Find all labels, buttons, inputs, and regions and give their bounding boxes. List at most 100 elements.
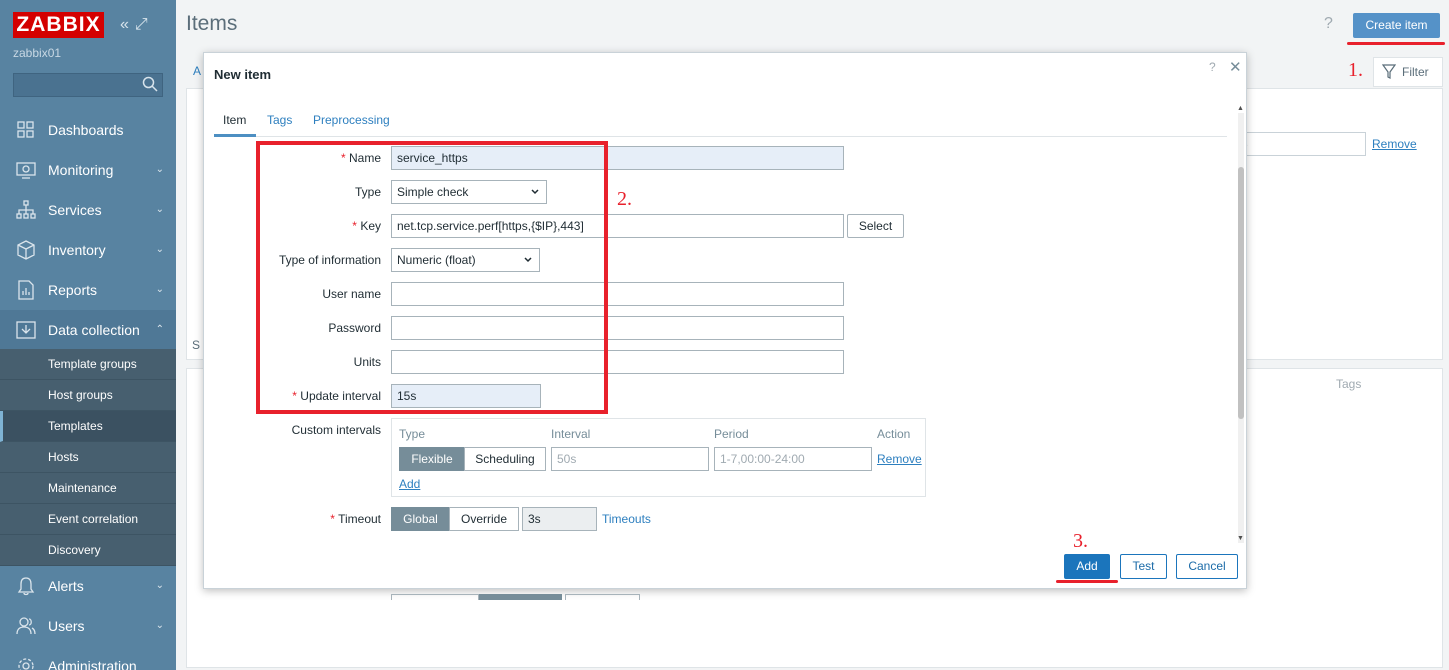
- column-header-action: Action: [877, 427, 911, 441]
- tab-tags[interactable]: Tags: [267, 111, 292, 137]
- key-select-button[interactable]: Select: [847, 214, 904, 238]
- column-header-period: Period: [714, 427, 749, 441]
- submenu-maintenance[interactable]: Maintenance: [0, 473, 176, 504]
- sidebar-search-input[interactable]: [13, 73, 163, 97]
- reports-icon: [18, 280, 34, 300]
- nav-data-collection[interactable]: Data collection ⌃: [0, 310, 176, 350]
- scroll-thumb[interactable]: [1238, 167, 1244, 419]
- nav-dashboards[interactable]: Dashboards: [0, 110, 176, 150]
- chevron-down-icon: ⌄: [155, 164, 164, 175]
- inventory-icon: [17, 240, 35, 260]
- annotation-step-3: 3.: [1073, 530, 1088, 552]
- nav-alerts[interactable]: Alerts ⌄: [0, 566, 176, 606]
- alerts-icon: [17, 577, 35, 596]
- monitoring-icon: [16, 162, 36, 179]
- chevron-down-icon: ⌄: [155, 580, 164, 591]
- nav-users[interactable]: Users ⌄: [0, 606, 176, 646]
- nav-services[interactable]: Services ⌄: [0, 190, 176, 230]
- add-interval-link[interactable]: Add: [399, 477, 420, 491]
- background-tab-fragment[interactable]: A: [193, 64, 201, 78]
- nav-label: Data collection: [48, 322, 140, 338]
- nav-reports[interactable]: Reports ⌄: [0, 270, 176, 310]
- dialog-title: New item: [214, 67, 272, 82]
- annotation-step-2: 2.: [617, 188, 632, 210]
- nav-label: Monitoring: [48, 162, 114, 178]
- timeout-override-button[interactable]: Override: [449, 507, 519, 531]
- help-icon[interactable]: ?: [1209, 60, 1216, 74]
- partially-visible-field: [391, 594, 479, 600]
- server-name: zabbix01: [13, 46, 62, 60]
- nav-label: Users: [48, 618, 85, 634]
- submenu-template-groups[interactable]: Template groups: [0, 349, 176, 380]
- nav-label: Administration: [48, 658, 137, 670]
- remove-interval-link[interactable]: Remove: [877, 452, 922, 466]
- kiosk-mode-icon[interactable]: ⤢: [135, 16, 148, 34]
- column-header-type: Type: [399, 427, 426, 441]
- scroll-down-icon[interactable]: ▼: [1237, 535, 1244, 542]
- tags-column-header: Tags: [1336, 377, 1362, 391]
- collapse-sidebar-icon[interactable]: «: [120, 16, 129, 34]
- required-marker: *: [330, 512, 339, 526]
- dialog-scrollbar[interactable]: ▲ ▼: [1236, 105, 1246, 545]
- tab-item[interactable]: Item: [214, 111, 256, 137]
- nav-administration[interactable]: Administration: [0, 646, 176, 670]
- administration-icon: [18, 658, 34, 670]
- annotation-step-1: 1.: [1348, 59, 1363, 81]
- services-icon: [16, 200, 36, 219]
- background-filter-input[interactable]: e: [1236, 132, 1366, 156]
- submenu-host-groups[interactable]: Host groups: [0, 380, 176, 411]
- custom-intervals-label: Custom intervals: [291, 423, 381, 437]
- data-collection-submenu: Template groups Host groups Templates Ho…: [0, 349, 176, 566]
- custom-interval-input[interactable]: 50s: [551, 447, 709, 471]
- nav-label: Alerts: [48, 578, 84, 594]
- background-text-fragment: S: [192, 338, 201, 352]
- close-icon[interactable]: ✕: [1229, 58, 1242, 76]
- help-icon[interactable]: ?: [1324, 15, 1333, 33]
- annotation-underline: [1347, 42, 1445, 45]
- tab-preprocessing[interactable]: Preprocessing: [313, 111, 390, 137]
- nav-inventory[interactable]: Inventory ⌄: [0, 230, 176, 270]
- timeout-label: * Timeout: [211, 512, 381, 526]
- interval-type-scheduling[interactable]: Scheduling: [464, 447, 546, 471]
- page-title: Items: [186, 12, 238, 35]
- chevron-down-icon: ⌄: [155, 620, 164, 631]
- nav-label: Dashboards: [48, 122, 124, 138]
- submenu-event-correlation[interactable]: Event correlation: [0, 504, 176, 535]
- filter-icon: [1382, 64, 1396, 79]
- chevron-down-icon: ⌄: [155, 284, 164, 295]
- nav-label: Reports: [48, 282, 98, 298]
- partially-visible-field: [479, 594, 562, 600]
- dialog-tabs: Item Tags Preprocessing: [214, 111, 1227, 137]
- add-button[interactable]: Add: [1064, 554, 1110, 579]
- nav-label: Services: [48, 202, 102, 218]
- timeout-global-button[interactable]: Global: [391, 507, 450, 531]
- submenu-discovery[interactable]: Discovery: [0, 535, 176, 566]
- search-icon[interactable]: [142, 76, 158, 92]
- submenu-hosts[interactable]: Hosts: [0, 442, 176, 473]
- background-remove-link[interactable]: Remove: [1372, 137, 1417, 151]
- column-header-interval: Interval: [551, 427, 591, 441]
- filter-tab[interactable]: Filter: [1373, 57, 1443, 87]
- create-item-button[interactable]: Create item: [1353, 13, 1440, 38]
- dashboards-icon: [17, 121, 34, 138]
- zabbix-logo[interactable]: ZABBIX: [13, 12, 104, 38]
- chevron-down-icon: ⌄: [155, 244, 164, 255]
- custom-period-input[interactable]: 1-7,00:00-24:00: [714, 447, 872, 471]
- sidebar-controls: «⤢: [120, 16, 154, 34]
- cancel-button[interactable]: Cancel: [1176, 554, 1238, 579]
- nav-label: Inventory: [48, 242, 106, 258]
- timeout-label-text: Timeout: [338, 512, 381, 526]
- test-button[interactable]: Test: [1120, 554, 1167, 579]
- timeouts-link[interactable]: Timeouts: [602, 512, 651, 526]
- scroll-up-icon[interactable]: ▲: [1237, 105, 1244, 112]
- timeout-value-input[interactable]: 3s: [522, 507, 597, 531]
- filter-label: Filter: [1402, 65, 1429, 79]
- users-icon: [16, 617, 36, 635]
- chevron-up-icon: ⌃: [155, 324, 164, 335]
- submenu-templates[interactable]: Templates: [0, 411, 176, 442]
- partially-visible-field: [565, 594, 640, 600]
- nav-monitoring[interactable]: Monitoring ⌄: [0, 150, 176, 190]
- sidebar: ZABBIX «⤢ zabbix01 Dashboards Monitoring…: [0, 0, 176, 670]
- interval-type-flexible[interactable]: Flexible: [399, 447, 465, 471]
- annotation-underline: [1056, 580, 1118, 583]
